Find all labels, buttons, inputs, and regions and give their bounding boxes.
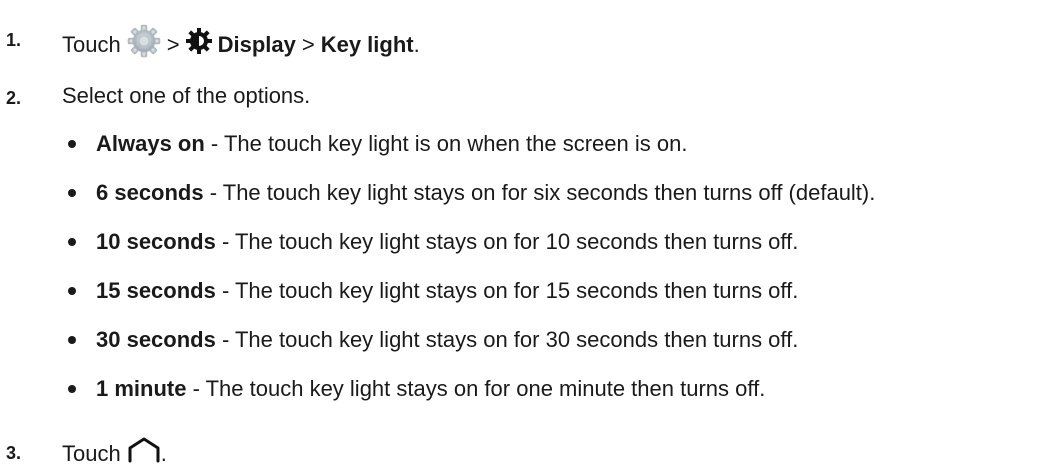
option-label: 30 seconds — [96, 327, 216, 352]
touch-text: Touch — [62, 31, 121, 57]
bullet-dot — [68, 287, 76, 295]
option-label: 10 seconds — [96, 229, 216, 254]
period: . — [413, 31, 420, 57]
bullet-dot — [68, 336, 76, 344]
key-light-label: Key light — [320, 31, 414, 57]
option-desc: - The touch key light is on when the scr… — [204, 131, 688, 156]
step-text: Select one of the options. — [62, 83, 311, 108]
step-body: Touch . — [62, 437, 167, 470]
step-number: 1. — [6, 30, 22, 50]
option-desc: - The touch key light stays on for 10 se… — [215, 229, 799, 254]
touch-text: Touch — [62, 440, 121, 466]
display-label: Display — [217, 31, 296, 57]
option-label: 1 minute — [96, 376, 187, 401]
option-label: 6 seconds — [96, 180, 204, 205]
period: . — [160, 440, 167, 466]
separator: > — [166, 31, 180, 57]
step-number: 2. — [6, 88, 22, 108]
option-desc: - The touch key light stays on for six s… — [203, 180, 876, 205]
bullet-dot — [68, 238, 76, 246]
option-desc: - The touch key light stays on for one m… — [186, 376, 766, 401]
settings-gear-icon — [127, 24, 161, 65]
step-number: 3. — [6, 443, 22, 463]
separator: > — [301, 31, 315, 57]
option-label: Always on — [96, 131, 205, 156]
option-desc: - The touch key light stays on for 15 se… — [215, 278, 799, 303]
bullet-dot — [68, 385, 76, 393]
option-label: 15 seconds — [96, 278, 216, 303]
bullet-dot — [68, 189, 76, 197]
step-body: Touch > Display > Key light . — [62, 24, 420, 65]
bullet-dot — [68, 140, 76, 148]
home-icon — [127, 437, 161, 470]
display-brightness-icon — [185, 28, 212, 61]
option-desc: - The touch key light stays on for 30 se… — [215, 327, 799, 352]
